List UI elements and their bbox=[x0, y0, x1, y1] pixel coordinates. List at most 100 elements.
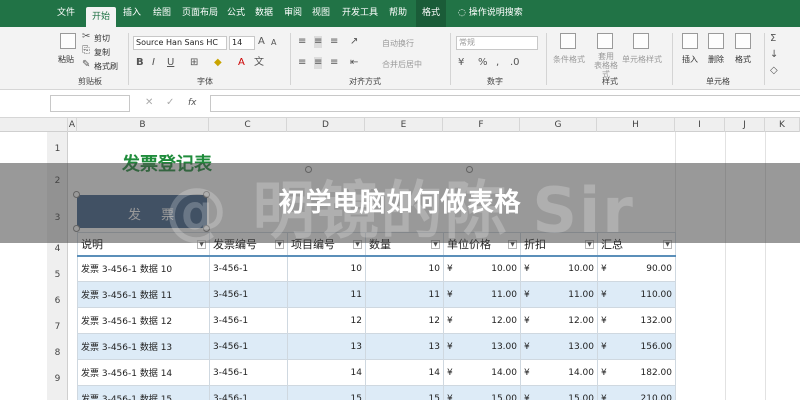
bold-icon[interactable]: B bbox=[136, 57, 144, 69]
tab-view[interactable]: 视图 bbox=[309, 0, 333, 27]
column-header-h[interactable]: H bbox=[597, 118, 675, 132]
table-cell[interactable]: ¥156.00 bbox=[597, 333, 676, 360]
sum-icon[interactable]: Σ bbox=[770, 33, 776, 45]
table-cell[interactable]: 3-456-1 bbox=[209, 307, 288, 334]
table-cell[interactable]: 10 bbox=[287, 255, 366, 282]
table-cell[interactable]: 3-456-1 bbox=[209, 281, 288, 308]
tab-page-layout[interactable]: 页面布局 bbox=[178, 0, 222, 27]
tab-formulas[interactable]: 公式 bbox=[224, 0, 248, 27]
table-cell[interactable]: 15 bbox=[365, 385, 444, 400]
table-cell[interactable]: 3-456-1 bbox=[209, 255, 288, 282]
insert-cells-button[interactable]: 插入 bbox=[682, 54, 698, 65]
align-middle-icon[interactable]: ≡ bbox=[314, 36, 323, 48]
wrap-text-button[interactable]: 自动换行 bbox=[382, 38, 414, 49]
column-header-k[interactable]: K bbox=[765, 118, 800, 132]
table-cell[interactable]: ¥14.00 bbox=[443, 359, 521, 386]
table-cell[interactable]: 3-456-1 bbox=[209, 385, 288, 400]
tab-insert[interactable]: 插入 bbox=[118, 0, 146, 27]
formula-input[interactable] bbox=[210, 95, 800, 112]
column-header-a[interactable]: A bbox=[68, 118, 77, 132]
currency-icon[interactable]: ¥ bbox=[458, 57, 464, 69]
cell-styles-button[interactable]: 单元格样式 bbox=[622, 54, 662, 65]
table-cell[interactable]: ¥13.00 bbox=[520, 333, 598, 360]
table-cell[interactable]: ¥210.00 bbox=[597, 385, 676, 400]
table-cell[interactable]: ¥12.00 bbox=[520, 307, 598, 334]
column-header-c[interactable]: C bbox=[209, 118, 287, 132]
clear-icon[interactable]: ◇ bbox=[770, 65, 778, 77]
table-cell[interactable]: 10 bbox=[365, 255, 444, 282]
table-cell[interactable]: 发票 3-456-1 数据 10 bbox=[77, 255, 210, 282]
table-cell[interactable]: ¥15.00 bbox=[443, 385, 521, 400]
border-icon[interactable]: ⊞ bbox=[190, 57, 198, 69]
row-header[interactable]: 1 bbox=[47, 144, 68, 154]
column-header-f[interactable]: F bbox=[443, 118, 520, 132]
table-cell[interactable]: ¥11.00 bbox=[443, 281, 521, 308]
table-cell[interactable]: ¥14.00 bbox=[520, 359, 598, 386]
cut-button[interactable]: 剪切 bbox=[94, 33, 110, 44]
align-top-icon[interactable]: ≡ bbox=[298, 36, 306, 48]
italic-icon[interactable]: I bbox=[152, 57, 155, 69]
table-cell[interactable]: 3-456-1 bbox=[209, 333, 288, 360]
table-cell[interactable]: ¥132.00 bbox=[597, 307, 676, 334]
tab-review[interactable]: 审阅 bbox=[281, 0, 305, 27]
column-header-g[interactable]: G bbox=[520, 118, 597, 132]
table-cell[interactable]: ¥110.00 bbox=[597, 281, 676, 308]
paste-button[interactable]: 粘贴 bbox=[58, 54, 74, 65]
function-icon[interactable]: fx bbox=[188, 97, 197, 109]
table-cell[interactable]: ¥90.00 bbox=[597, 255, 676, 282]
tab-home[interactable]: 开始 bbox=[86, 7, 116, 27]
table-cell[interactable]: ¥10.00 bbox=[520, 255, 598, 282]
table-cell[interactable]: ¥15.00 bbox=[520, 385, 598, 400]
conditional-format-button[interactable]: 条件格式 bbox=[553, 54, 585, 65]
merge-center-button[interactable]: 合并后居中 bbox=[382, 59, 422, 70]
table-cell[interactable]: 14 bbox=[287, 359, 366, 386]
cancel-icon[interactable]: ✕ bbox=[145, 97, 153, 109]
align-center-icon[interactable]: ≡ bbox=[314, 57, 323, 69]
tab-format[interactable]: 格式 bbox=[416, 0, 446, 27]
table-cell[interactable]: 发票 3-456-1 数据 11 bbox=[77, 281, 210, 308]
table-cell[interactable]: 发票 3-456-1 数据 13 bbox=[77, 333, 210, 360]
table-cell[interactable]: ¥10.00 bbox=[443, 255, 521, 282]
table-cell[interactable]: ¥12.00 bbox=[443, 307, 521, 334]
percent-icon[interactable]: % bbox=[478, 57, 488, 69]
align-bottom-icon[interactable]: ≡ bbox=[330, 36, 338, 48]
table-cell[interactable]: 12 bbox=[365, 307, 444, 334]
tab-developer[interactable]: 开发工具 bbox=[338, 0, 382, 27]
row-header[interactable]: 6 bbox=[47, 296, 68, 306]
row-header[interactable]: 5 bbox=[47, 270, 68, 280]
row-header[interactable]: 7 bbox=[47, 322, 68, 332]
decimal-icon[interactable]: .0 bbox=[510, 57, 520, 69]
table-cell[interactable]: 13 bbox=[287, 333, 366, 360]
name-box[interactable] bbox=[50, 95, 130, 112]
copy-button[interactable]: 复制 bbox=[94, 47, 110, 58]
fill-color-icon[interactable]: ◆ bbox=[214, 57, 222, 69]
column-header-b[interactable]: B bbox=[77, 118, 209, 132]
table-cell[interactable]: 发票 3-456-1 数据 14 bbox=[77, 359, 210, 386]
format-as-table-button[interactable]: 套用 表格格式 bbox=[594, 52, 618, 79]
table-cell[interactable]: 13 bbox=[365, 333, 444, 360]
table-cell[interactable]: 发票 3-456-1 数据 12 bbox=[77, 307, 210, 334]
enter-icon[interactable]: ✓ bbox=[166, 97, 174, 109]
tab-help[interactable]: 帮助 bbox=[386, 0, 410, 27]
table-cell[interactable]: ¥11.00 bbox=[520, 281, 598, 308]
indent-icon[interactable]: ⇤ bbox=[350, 57, 358, 69]
font-name-select[interactable]: Source Han Sans HC bbox=[133, 36, 227, 50]
column-header-e[interactable]: E bbox=[365, 118, 443, 132]
delete-cells-button[interactable]: 删除 bbox=[708, 54, 724, 65]
tab-file[interactable]: 文件 bbox=[52, 0, 80, 27]
table-cell[interactable]: 3-456-1 bbox=[209, 359, 288, 386]
row-header[interactable]: 9 bbox=[47, 374, 68, 384]
column-header-i[interactable]: I bbox=[675, 118, 725, 132]
table-cell[interactable]: 11 bbox=[287, 281, 366, 308]
orientation-icon[interactable]: ↗ bbox=[350, 36, 358, 48]
table-cell[interactable]: ¥182.00 bbox=[597, 359, 676, 386]
font-size-select[interactable]: 14 bbox=[229, 36, 255, 50]
tell-me-search[interactable]: ◌ 操作说明搜索 bbox=[458, 0, 523, 27]
align-right-icon[interactable]: ≡ bbox=[330, 57, 338, 69]
number-format-select[interactable]: 常规 bbox=[456, 36, 538, 50]
underline-icon[interactable]: U bbox=[167, 57, 174, 69]
shrink-font-icon[interactable]: A bbox=[271, 37, 276, 49]
phonetic-icon[interactable]: 文 bbox=[254, 57, 264, 69]
align-left-icon[interactable]: ≡ bbox=[298, 57, 306, 69]
comma-icon[interactable]: , bbox=[496, 57, 499, 69]
